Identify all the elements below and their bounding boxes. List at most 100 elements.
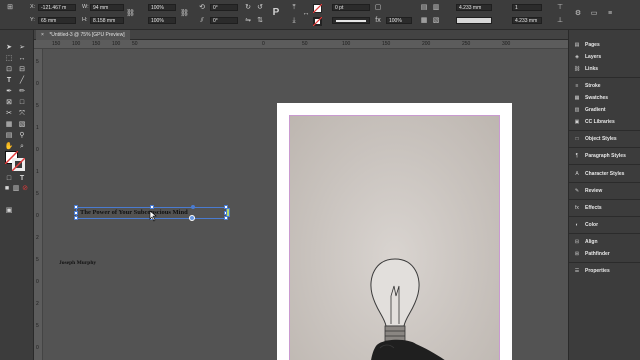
selection-tool-icon[interactable]: ➤ — [4, 43, 14, 52]
rotate-field[interactable]: 0° — [210, 4, 238, 11]
out-port[interactable] — [226, 208, 230, 217]
effects-icon: fx — [575, 205, 579, 211]
note-tool-icon[interactable]: ▤ — [4, 131, 14, 140]
scale-x-field[interactable]: 100% — [148, 4, 176, 11]
stroke-type-select[interactable] — [332, 17, 370, 24]
effects-icon[interactable]: fx — [374, 17, 382, 25]
free-transform-tool-icon[interactable]: ⤧ — [17, 109, 27, 118]
corner-shape-select[interactable] — [456, 17, 492, 24]
select-next-icon[interactable]: ↔ — [302, 10, 310, 18]
gradient-feather-tool-icon[interactable]: ▧ — [17, 120, 27, 129]
select-container-icon[interactable]: ⤒ — [290, 4, 298, 12]
close-icon[interactable]: × — [41, 32, 44, 38]
fill-swatch[interactable] — [313, 4, 322, 13]
resize-handle[interactable] — [74, 205, 78, 209]
resize-handle[interactable] — [74, 211, 78, 215]
align-top-icon[interactable]: ⊤ — [556, 4, 564, 12]
gap-tool-icon[interactable]: ↔ — [17, 54, 27, 63]
text-wrap-none-icon[interactable]: ▤ — [420, 4, 428, 12]
vertical-ruler[interactable]: 5 0 5 1 0 1 5 0 2 5 0 2 5 0 — [34, 49, 43, 360]
reference-point-icon[interactable]: ⊞ — [6, 4, 14, 12]
screen-mode-icon[interactable]: ▣ — [4, 206, 14, 215]
document-tab[interactable]: × *Untitled-3 @ 75% [GPU Preview] — [36, 30, 130, 40]
content-collector-icon[interactable]: ⊡ — [4, 65, 14, 74]
column-count-field[interactable]: 1 — [512, 4, 542, 11]
text-formatting-icon[interactable]: T — [17, 174, 27, 183]
panel-character-styles[interactable]: A Character Styles — [573, 169, 639, 179]
gear-icon[interactable]: ⚙ — [574, 10, 582, 18]
control-bar: ⊞ X: -121.467 m Y: 65 mm W: 94 mm H: 8.1… — [0, 0, 640, 30]
pen-tool-icon[interactable]: ✒ — [4, 87, 14, 96]
text-wrap-bbox-icon[interactable]: ▥ — [432, 4, 440, 12]
panel-layers[interactable]: ◈ Layers — [573, 52, 639, 62]
panel-paragraph-styles[interactable]: ¶ Paragraph Styles — [573, 151, 639, 161]
rectangle-tool-icon[interactable]: □ — [17, 98, 27, 107]
align-bottom-icon[interactable]: ⊥ — [556, 17, 564, 25]
rotate-ccw-icon[interactable]: ↺ — [256, 4, 264, 12]
drop-shadow-icon[interactable]: ▢ — [374, 4, 382, 12]
panel-align[interactable]: ⊟ Align — [573, 237, 639, 247]
menu-icon[interactable]: ≡ — [606, 10, 614, 18]
opacity-field[interactable]: 100% — [386, 17, 412, 24]
select-content-icon[interactable]: ⤓ — [290, 17, 298, 25]
scale-y-field[interactable]: 100% — [148, 17, 176, 24]
pencil-tool-icon[interactable]: ✏ — [17, 87, 27, 96]
content-grabber-icon[interactable] — [189, 215, 195, 221]
flip-h-icon[interactable]: ⇋ — [244, 17, 252, 25]
y-field[interactable]: 65 mm — [38, 17, 76, 24]
panel-swatches[interactable]: ▦ Swatches — [573, 93, 639, 103]
resize-handle[interactable] — [74, 216, 78, 220]
publish-icon[interactable]: ▭ — [590, 10, 598, 18]
stroke-swatch[interactable] — [313, 17, 322, 26]
panel-pages[interactable]: ▤ Pages — [573, 40, 639, 50]
stroke-weight-field[interactable]: 0 pt — [332, 4, 370, 11]
panel-object-styles[interactable]: □ Object Styles — [573, 134, 639, 144]
line-tool-icon[interactable]: ╱ — [17, 76, 27, 85]
horizontal-ruler[interactable]: 150 100 150 100 50 0 50 100 150 200 250 … — [34, 40, 568, 49]
gutter-field[interactable]: 4.233 mm — [512, 17, 542, 24]
resize-handle[interactable] — [150, 205, 154, 209]
h-field[interactable]: 8.158 mm — [90, 17, 124, 24]
scissors-tool-icon[interactable]: ✂ — [4, 109, 14, 118]
panel-effects[interactable]: fx Effects — [573, 203, 639, 213]
type-tool-icon[interactable]: T — [4, 76, 14, 85]
flip-v-icon[interactable]: ⇅ — [256, 17, 264, 25]
panel-pathfinder[interactable]: ⊞ Pathfinder — [573, 249, 639, 259]
panel-properties[interactable]: ☰ Properties — [573, 266, 639, 276]
text-wrap-shape-icon[interactable]: ▦ — [420, 17, 428, 25]
content-placer-icon[interactable]: ⊟ — [17, 65, 27, 74]
rectangle-frame-tool-icon[interactable]: ⊠ — [4, 98, 14, 107]
corner-size-field[interactable]: 4.233 mm — [456, 4, 492, 11]
panel-cc-libraries[interactable]: ▣ CC Libraries — [573, 117, 639, 127]
type-path-icon[interactable]: P — [272, 8, 280, 18]
text-wrap-jump-icon[interactable]: ▧ — [432, 17, 440, 25]
document-page[interactable] — [277, 103, 512, 360]
panel-stroke[interactable]: ≡ Stroke — [573, 81, 639, 91]
panel-gradient[interactable]: ▥ Gradient — [573, 105, 639, 115]
x-label: X: — [30, 4, 36, 10]
stroke-color-box[interactable] — [12, 158, 25, 171]
panel-links[interactable]: ⛓ Links — [573, 64, 639, 74]
container-formatting-icon[interactable]: □ — [4, 174, 14, 183]
panel-color[interactable]: ◐ Color — [573, 220, 639, 230]
w-field[interactable]: 94 mm — [90, 4, 124, 11]
panel-review[interactable]: ✎ Review — [573, 186, 639, 196]
photo-frame[interactable] — [289, 115, 500, 360]
headline-text[interactable]: The Power of Your Subconscious Mind — [80, 209, 188, 216]
x-field[interactable]: -121.467 m — [38, 4, 76, 11]
headline-text-frame[interactable]: The Power of Your Subconscious Mind — [74, 205, 230, 222]
hand-tool-icon[interactable]: ✋ — [4, 142, 14, 151]
direct-selection-tool-icon[interactable]: ➢ — [17, 43, 27, 52]
constrain-scale-icon[interactable]: ⛓ — [180, 10, 189, 18]
live-corner-handle[interactable] — [191, 205, 195, 209]
gradient-tool-icon[interactable]: ▦ — [4, 120, 14, 129]
page-tool-icon[interactable]: ⬚ — [4, 54, 14, 63]
rotate-cw-icon[interactable]: ↻ — [244, 4, 252, 12]
constrain-proportions-icon[interactable]: ⛓ — [126, 10, 135, 18]
shear-field[interactable]: 0° — [210, 17, 238, 24]
author-text[interactable]: Joseph Murphy — [59, 260, 96, 266]
pasteboard[interactable]: The Power of Your Subconscious Mind Jose… — [43, 49, 568, 360]
apply-none-icon[interactable]: ⊘ — [20, 184, 30, 193]
zoom-tool-icon[interactable]: ⌕ — [17, 142, 27, 151]
eyedropper-tool-icon[interactable]: ⚲ — [17, 131, 27, 140]
